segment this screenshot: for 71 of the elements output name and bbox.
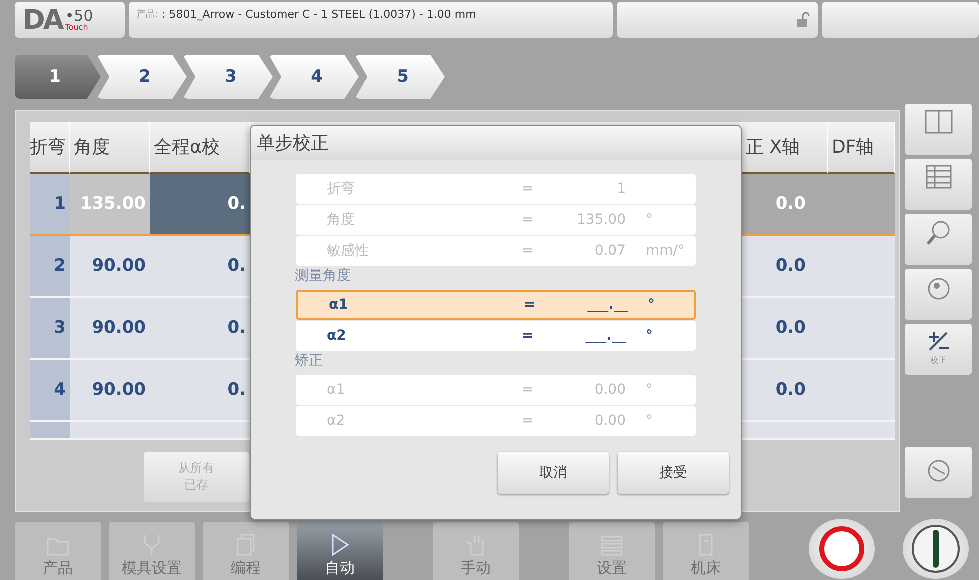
bend-number: 2 <box>30 236 70 298</box>
equals-sign: = <box>521 243 535 259</box>
section-title: 矫正 <box>295 352 324 371</box>
row-unit: ° <box>645 212 654 228</box>
row-label: α1 <box>328 297 350 313</box>
row-value: ___.__ <box>584 328 626 344</box>
plus-minus-icon <box>926 330 950 352</box>
tool-button[interactable] <box>905 447 972 498</box>
step-tab[interactable]: 2 <box>97 55 187 99</box>
row-value: 0.07 <box>594 243 626 259</box>
row-value: 0.00 <box>594 382 626 398</box>
step-tab[interactable]: 3 <box>183 55 273 99</box>
row-unit: ° <box>645 413 654 429</box>
row-value: 0.00 <box>594 413 626 429</box>
table-cell: 0. <box>150 174 250 236</box>
stop-icon <box>818 525 866 573</box>
step-tab[interactable]: 5 <box>355 55 445 99</box>
dialog-button[interactable]: 接受 <box>618 452 729 494</box>
equals-sign: = <box>521 181 535 197</box>
bend-number: 3 <box>30 298 70 360</box>
table-cell: 0.0 <box>742 174 828 236</box>
step-tab[interactable]: 1 <box>15 55 101 99</box>
dialog-title: 单步校正 <box>257 132 329 155</box>
row-label: α2 <box>326 413 346 429</box>
column-header: 角度 <box>70 122 150 174</box>
row-label: 折弯 <box>326 180 356 198</box>
row-label: α1 <box>326 382 346 398</box>
tool-button[interactable] <box>905 269 972 320</box>
row-value: 135.00 <box>576 212 626 228</box>
bend-number: 1 <box>30 174 70 236</box>
column-header: 正 X轴 <box>742 122 828 174</box>
nav-tab[interactable]: 自动 <box>297 522 383 580</box>
table-cell <box>30 422 70 440</box>
product-name: : 5801_Arrow - Customer C - 1 STEEL (1.0037) - 1.00 mm <box>162 8 476 21</box>
clock-icon <box>926 459 950 483</box>
start-icon <box>912 522 960 576</box>
row-label: α2 <box>326 328 348 344</box>
equals-sign: = <box>521 413 535 429</box>
row-value: 1 <box>616 181 626 197</box>
row-unit: mm/° <box>645 243 686 259</box>
dialog-button[interactable]: 取消 <box>498 452 609 494</box>
logo-brand: DA <box>23 4 62 36</box>
column-header: 折弯 <box>30 122 70 174</box>
unlock-icon[interactable] <box>796 12 810 28</box>
column-header: DF轴 <box>828 122 895 174</box>
column-header: 全程α校 <box>150 122 250 174</box>
table-cell <box>828 174 895 236</box>
angle-input-row[interactable]: α1 = ___.__ ° <box>296 290 696 320</box>
row-unit: ° <box>647 297 656 313</box>
row-label: 敏感性 <box>326 242 370 260</box>
search-icon <box>926 220 952 246</box>
tool-button[interactable] <box>905 214 972 265</box>
table-icon <box>926 165 952 189</box>
row-unit: ° <box>645 328 654 344</box>
equals-sign: = <box>521 382 535 398</box>
row-value: ___.__ <box>586 297 628 313</box>
step-tab[interactable]: 4 <box>269 55 359 99</box>
angle-input-row[interactable]: α2 = ___.__ ° <box>296 321 696 351</box>
logo-model: •50 <box>65 8 94 24</box>
row-unit: ° <box>645 382 654 398</box>
logo-edition: Touch <box>65 24 90 32</box>
equals-sign: = <box>521 212 535 228</box>
tool-button[interactable] <box>905 104 972 155</box>
split-view-icon <box>924 110 952 134</box>
product-label: 产品: <box>137 8 158 21</box>
section-title: 测量角度 <box>295 267 352 286</box>
row-label: 角度 <box>326 211 356 229</box>
equals-sign: = <box>521 328 535 344</box>
equals-sign: = <box>523 297 537 313</box>
bend-number: 4 <box>30 360 70 422</box>
tool-button[interactable] <box>905 159 972 210</box>
